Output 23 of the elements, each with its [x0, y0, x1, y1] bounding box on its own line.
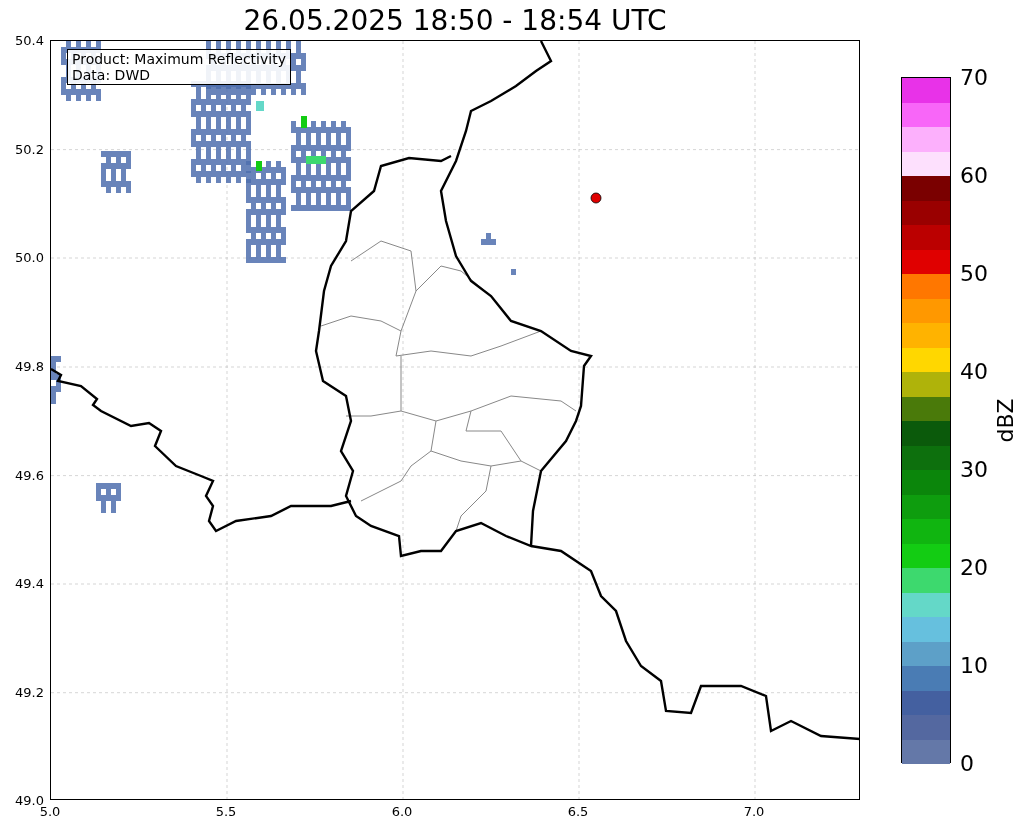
colorbar-tick-label: 40 [960, 360, 988, 384]
colorbar-tick-label: 10 [960, 654, 988, 678]
axis-tick-label: 50.2 [15, 141, 44, 157]
axis-tick-label: 49.4 [15, 575, 44, 591]
colorbar-tick-label: 60 [960, 164, 988, 188]
colorbar-label: dBZ [991, 397, 1019, 443]
axis-tick-label: 49.8 [15, 358, 44, 374]
axis-tick-label: 7.0 [743, 804, 765, 819]
colorbar-tick-label: 30 [960, 458, 988, 482]
axis-tick-label: 6.5 [567, 804, 589, 819]
chart-title: 26.05.2025 18:50 - 18:54 UTC [243, 3, 667, 39]
axis-tick-label: 5.5 [215, 804, 237, 819]
info-text: Product: Maximum Reflectivity [72, 51, 286, 67]
axis-tick-label: 50.4 [15, 32, 44, 48]
axis-tick-label: 6.0 [391, 804, 413, 819]
colorbar-tick-label: 20 [960, 556, 988, 580]
info-text: Data: DWD [72, 67, 151, 83]
axis-tick-label: 50.0 [15, 249, 44, 265]
axis-tick-label: 49.2 [15, 684, 44, 700]
colorbar-tick-label: 50 [960, 262, 988, 286]
axis-tick-label: 49.6 [15, 467, 44, 483]
colorbar-tick-label: 70 [960, 66, 988, 90]
colorbar-tick-label: 0 [960, 752, 974, 776]
